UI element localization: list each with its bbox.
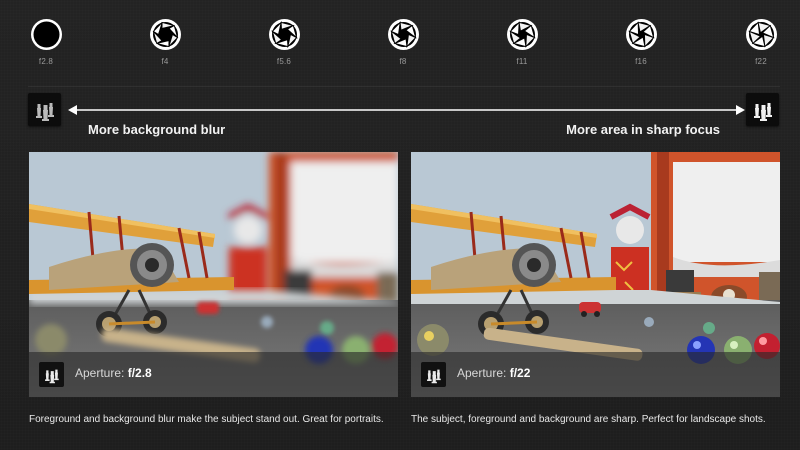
aperture-icon bbox=[268, 19, 300, 50]
aperture-label: f11 bbox=[516, 57, 528, 66]
aperture-item-f4: f4 bbox=[135, 18, 195, 66]
aperture-scale-row: f2.8 f4 f5.6 f8 f11 f16 f22 bbox=[0, 18, 800, 78]
aperture-label: f2.8 bbox=[38, 57, 54, 66]
aperture-caption: Aperture: f/2.8 bbox=[75, 366, 152, 380]
panel-description-shallow: Foreground and background blur make the … bbox=[29, 414, 384, 425]
caption-value: f/22 bbox=[509, 366, 531, 380]
caption-prefix: Aperture: bbox=[457, 366, 510, 380]
caption-bar: Aperture: f/2.8 bbox=[29, 352, 398, 397]
aperture-icon bbox=[625, 19, 657, 50]
photo-panel-deep: Aperture: f/22 bbox=[411, 152, 780, 397]
aperture-label: f5.6 bbox=[276, 57, 292, 66]
aperture-icon bbox=[745, 19, 777, 50]
aperture-wide-open-icon bbox=[30, 19, 62, 50]
double-arrow-icon bbox=[68, 105, 745, 115]
aperture-label: f16 bbox=[635, 57, 647, 66]
caption-value: f/2.8 bbox=[127, 366, 152, 380]
aperture-icon bbox=[387, 19, 419, 50]
scale-right-text: More area in sharp focus bbox=[566, 122, 720, 137]
aperture-item-f2-8: f2.8 bbox=[16, 18, 76, 66]
aperture-item-f5-6: f5.6 bbox=[254, 18, 314, 66]
aperture-label: f22 bbox=[755, 57, 767, 66]
photo-panel-shallow: Aperture: f/2.8 bbox=[29, 152, 398, 397]
chess-pieces-sharp-icon bbox=[746, 93, 779, 126]
chess-pieces-icon bbox=[39, 362, 64, 387]
aperture-item-f11: f11 bbox=[492, 18, 552, 66]
aperture-item-f16: f16 bbox=[611, 18, 671, 66]
chess-pieces-icon bbox=[421, 362, 446, 387]
divider bbox=[28, 86, 780, 87]
aperture-label: f4 bbox=[161, 57, 169, 66]
aperture-item-f22: f22 bbox=[731, 18, 791, 66]
scale-left-text: More background blur bbox=[88, 122, 226, 137]
caption-bar: Aperture: f/22 bbox=[411, 352, 780, 397]
aperture-caption: Aperture: f/22 bbox=[457, 366, 530, 380]
aperture-item-f8: f8 bbox=[373, 18, 433, 66]
aperture-icon bbox=[149, 19, 181, 50]
panel-description-deep: The subject, foreground and background a… bbox=[411, 414, 766, 425]
caption-prefix: Aperture: bbox=[75, 366, 128, 380]
aperture-icon bbox=[506, 19, 538, 50]
aperture-label: f8 bbox=[399, 57, 407, 66]
chess-pieces-blurred-icon bbox=[28, 93, 61, 126]
